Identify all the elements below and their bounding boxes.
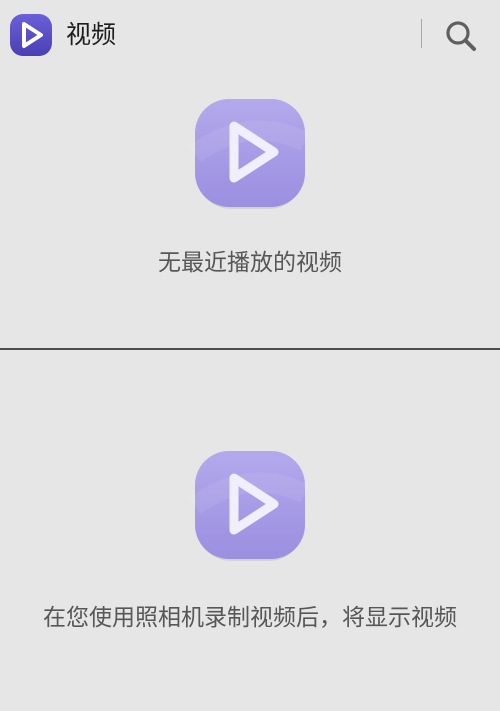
app-bar: 视频 (0, 0, 500, 72)
search-icon (446, 21, 476, 51)
app-title: 视频 (66, 20, 117, 49)
empty-camera-message: 在您使用照相机录制视频后，将显示视频 (43, 605, 457, 631)
video-play-icon (189, 94, 310, 214)
app-logo-icon (9, 13, 53, 57)
toolbar-divider (421, 19, 422, 48)
camera-videos-empty-state: 在您使用照相机录制视频后，将显示视频 (0, 350, 500, 711)
search-button[interactable] (441, 16, 481, 56)
video-play-icon (189, 446, 310, 566)
recent-videos-empty-state: 无最近播放的视频 (0, 72, 500, 349)
empty-recent-message: 无最近播放的视频 (158, 250, 342, 276)
